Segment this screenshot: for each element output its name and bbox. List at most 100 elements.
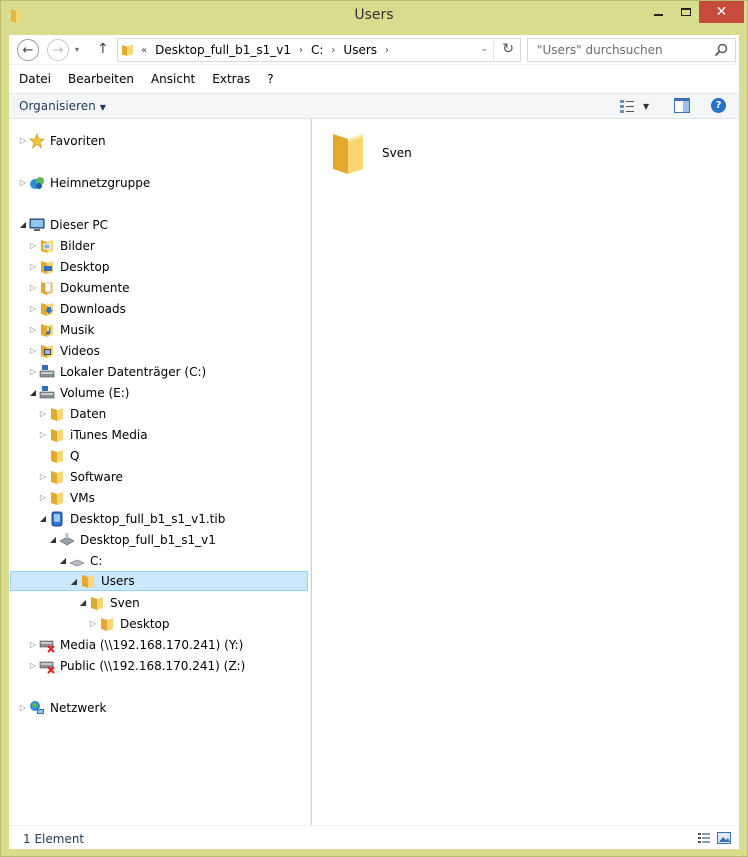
- disconnected-network-drive-icon: [39, 640, 55, 653]
- tree-item-q[interactable]: Q: [38, 445, 79, 466]
- tree-item-public-z[interactable]: ▷ Public (\\192.168.170.241) (Z:): [28, 655, 245, 676]
- expand-arrow-icon[interactable]: ▷: [28, 661, 38, 670]
- documents-folder-icon: [41, 281, 53, 295]
- menu-edit[interactable]: Bearbeiten: [68, 72, 134, 86]
- folder-icon: [51, 449, 63, 463]
- drive-small-icon: [69, 559, 85, 566]
- tree-item-music[interactable]: ▷ Musik: [28, 319, 95, 340]
- collapse-arrow-icon[interactable]: ◢: [28, 388, 38, 397]
- tree-item-homegroup[interactable]: ▷ Heimnetzgruppe: [18, 172, 150, 193]
- address-overflow[interactable]: «: [141, 45, 147, 56]
- chevron-right-icon[interactable]: ›: [299, 45, 303, 56]
- menu-file[interactable]: Datei: [19, 72, 51, 86]
- tree-item-favorites[interactable]: ▷ Favoriten: [18, 130, 106, 151]
- tree-item-local-disk-c[interactable]: ▷ Lokaler Datenträger (C:): [28, 361, 206, 382]
- folder-icon: [51, 407, 63, 421]
- address-segment[interactable]: Desktop_full_b1_s1_v1: [155, 43, 291, 57]
- help-icon[interactable]: ?: [711, 98, 726, 113]
- expand-arrow-icon[interactable]: ▷: [28, 241, 38, 250]
- tree-item-volume-e[interactable]: ◢ Volume (E:): [28, 382, 129, 403]
- tree-item-downloads[interactable]: ▷ Downloads: [28, 298, 126, 319]
- close-button[interactable]: ✕: [699, 1, 744, 23]
- tree-item-network[interactable]: ▷ Netzwerk: [18, 697, 106, 718]
- tree-item-documents[interactable]: ▷ Dokumente: [28, 277, 130, 298]
- tree-item-sven-desktop[interactable]: ▷ Desktop: [88, 613, 170, 634]
- folder-icon: [51, 470, 63, 484]
- search-icon: [714, 43, 728, 57]
- folder-icon: [333, 134, 363, 174]
- tree-item-vms[interactable]: ▷ VMs: [38, 487, 95, 508]
- expand-arrow-icon[interactable]: ▷: [18, 136, 28, 145]
- expand-arrow-icon[interactable]: ▷: [38, 430, 48, 439]
- address-segment[interactable]: C:: [311, 43, 323, 57]
- address-history-dropdown[interactable]: ⌄: [480, 44, 488, 54]
- chevron-right-icon[interactable]: ›: [331, 45, 335, 56]
- tree-item-software[interactable]: ▷ Software: [38, 466, 123, 487]
- item-count: 1 Element: [23, 832, 85, 846]
- change-view-icon[interactable]: [619, 98, 635, 114]
- tib-file-icon: [51, 511, 63, 526]
- menu-tools[interactable]: Extras: [212, 72, 250, 86]
- menu-help[interactable]: ?: [267, 72, 273, 86]
- expand-arrow-icon[interactable]: ▷: [28, 262, 38, 271]
- details-view-icon[interactable]: [697, 831, 711, 845]
- up-button[interactable]: ↑: [97, 41, 109, 57]
- tree-item-c-drive[interactable]: ◢ C:: [58, 550, 103, 571]
- recent-locations-button[interactable]: ▾: [75, 45, 79, 54]
- back-button[interactable]: ←: [17, 39, 39, 61]
- pictures-folder-icon: [41, 239, 53, 253]
- collapse-arrow-icon[interactable]: ◢: [69, 577, 79, 586]
- collapse-arrow-icon[interactable]: ◢: [58, 556, 68, 565]
- expand-arrow-icon[interactable]: ▷: [28, 346, 38, 355]
- tree-item-videos[interactable]: ▷ Videos: [28, 340, 100, 361]
- collapse-arrow-icon[interactable]: ◢: [18, 220, 28, 229]
- forward-button[interactable]: →: [47, 39, 69, 61]
- tree-item-pictures[interactable]: ▷ Bilder: [28, 235, 95, 256]
- tree-item-desktop[interactable]: ▷ Desktop: [28, 256, 110, 277]
- chevron-right-icon[interactable]: ›: [385, 45, 389, 56]
- expand-arrow-icon[interactable]: ▷: [88, 619, 98, 628]
- desktop-folder-icon: [41, 260, 53, 274]
- expand-arrow-icon[interactable]: ▷: [28, 367, 38, 376]
- tree-item-daten[interactable]: ▷ Daten: [38, 403, 106, 424]
- preview-pane-icon[interactable]: [674, 98, 690, 113]
- folder-icon: [51, 428, 63, 442]
- tree-item-tib-file[interactable]: ◢ Desktop_full_b1_s1_v1.tib: [38, 508, 225, 529]
- expand-arrow-icon[interactable]: ▷: [38, 472, 48, 481]
- search-input[interactable]: "Users" durchsuchen: [527, 38, 736, 62]
- expand-arrow-icon[interactable]: ▷: [38, 493, 48, 502]
- maximize-button[interactable]: [672, 1, 699, 23]
- downloads-folder-icon: [41, 302, 53, 316]
- expand-arrow-icon[interactable]: ▷: [28, 325, 38, 334]
- tree-item-this-pc[interactable]: ◢ Dieser PC: [18, 214, 108, 235]
- tree-item-mounted-image[interactable]: ◢ Desktop_full_b1_s1_v1: [48, 529, 216, 550]
- folder-item-sven[interactable]: Sven: [330, 129, 450, 177]
- title-bar[interactable]: Users ✕: [1, 1, 747, 31]
- collapse-arrow-icon[interactable]: ◢: [38, 514, 48, 523]
- navigation-pane: ▷ Favoriten ▷ Heimnetzgruppe ◢ Dieser PC…: [9, 119, 311, 825]
- expand-arrow-icon[interactable]: ▷: [38, 409, 48, 418]
- dropdown-arrow-icon: ▼: [99, 103, 106, 112]
- expand-arrow-icon[interactable]: ▷: [18, 703, 28, 712]
- refresh-button[interactable]: ↻: [502, 41, 514, 57]
- tree-item-itunes-media[interactable]: ▷ iTunes Media: [38, 424, 148, 445]
- arrow-left-icon: ←: [22, 42, 34, 58]
- tree-item-media-y[interactable]: ▷ Media (\\192.168.170.241) (Y:): [28, 634, 243, 655]
- organize-button[interactable]: Organisieren ▼: [19, 99, 106, 113]
- view-options-dropdown[interactable]: ▼: [643, 102, 649, 111]
- menu-view[interactable]: Ansicht: [151, 72, 195, 86]
- folder-icon: [82, 575, 94, 588]
- collapse-arrow-icon[interactable]: ◢: [78, 598, 88, 607]
- minimize-button[interactable]: [644, 1, 672, 23]
- expand-arrow-icon[interactable]: ▷: [18, 178, 28, 187]
- tree-item-sven[interactable]: ◢ Sven: [78, 592, 140, 613]
- address-bar[interactable]: « Desktop_full_b1_s1_v1 › C: › Users › ⌄…: [117, 38, 521, 62]
- expand-arrow-icon[interactable]: ▷: [28, 283, 38, 292]
- folder-icon: [101, 617, 113, 631]
- expand-arrow-icon[interactable]: ▷: [28, 304, 38, 313]
- tree-item-users[interactable]: ◢ Users: [10, 571, 308, 591]
- collapse-arrow-icon[interactable]: ◢: [48, 535, 58, 544]
- large-icons-view-icon[interactable]: [717, 831, 731, 845]
- address-segment[interactable]: Users: [343, 43, 377, 57]
- expand-arrow-icon[interactable]: ▷: [28, 640, 38, 649]
